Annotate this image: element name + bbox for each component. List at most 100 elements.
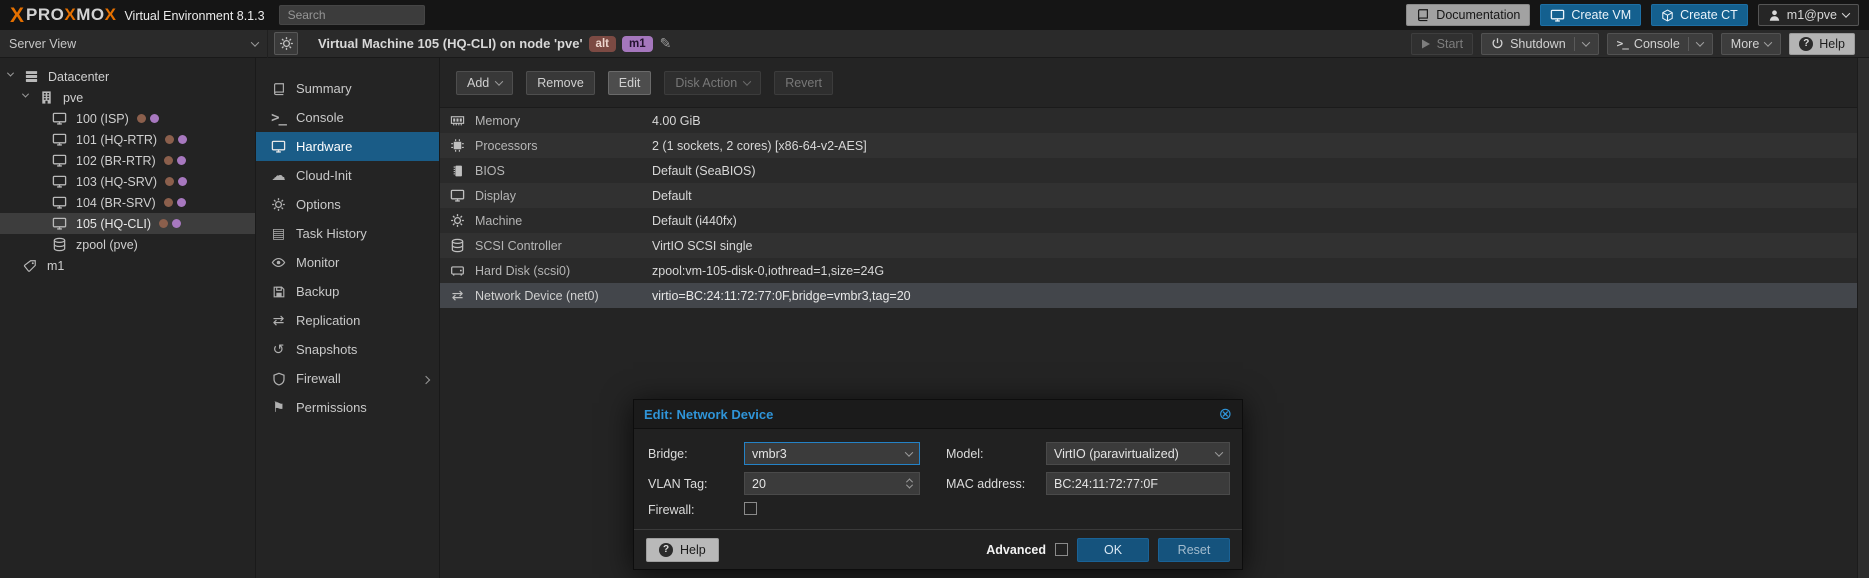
expander-icon[interactable] (23, 93, 33, 103)
menu-item-backup[interactable]: Backup (256, 277, 439, 306)
create-ct-button[interactable]: Create CT (1651, 4, 1748, 26)
vm-icon (52, 132, 68, 147)
page-title: Virtual Machine 105 (HQ-CLI) on node 'pv… (318, 36, 583, 51)
eye-icon (269, 255, 288, 270)
table-row-memory[interactable]: Memory4.00 GiB (440, 108, 1857, 133)
top-header-bar: X PROXMOX Virtual Environment 8.1.3 Docu… (0, 0, 1869, 30)
chevron-down-icon (1842, 9, 1850, 17)
dialog-header[interactable]: Edit: Network Device ⊗ (634, 400, 1242, 429)
bridge-combobox[interactable]: vmbr3 (744, 442, 920, 465)
close-icon[interactable]: ⊗ (1219, 406, 1232, 422)
menu-item-summary[interactable]: Summary (256, 74, 439, 103)
tree-item-vm-104[interactable]: 104 (BR-SRV) (0, 192, 255, 213)
menu-item-monitor[interactable]: Monitor (256, 248, 439, 277)
storage-icon (52, 237, 68, 252)
model-combobox[interactable]: VirtIO (paravirtualized) (1046, 442, 1230, 465)
ok-button[interactable]: OK (1077, 538, 1149, 562)
documentation-button[interactable]: Documentation (1406, 4, 1530, 26)
menu-item-options[interactable]: Options (256, 190, 439, 219)
console-button[interactable]: >_ Console (1607, 33, 1713, 55)
help-button[interactable]: ? Help (1789, 33, 1855, 55)
table-row-machine[interactable]: MachineDefault (i440fx) (440, 208, 1857, 233)
memory-icon (448, 113, 467, 128)
revert-button[interactable]: Revert (774, 71, 833, 95)
menu-item-hardware[interactable]: Hardware (256, 132, 439, 161)
gear-icon (269, 197, 288, 212)
edit-tags-pencil-icon[interactable]: ✎ (660, 37, 672, 51)
dialog-title: Edit: Network Device (644, 407, 773, 422)
menu-item-firewall[interactable]: Firewall (256, 364, 439, 393)
search-input[interactable] (279, 5, 425, 25)
table-row-processors[interactable]: Processors2 (1 sockets, 2 cores) [x86-64… (440, 133, 1857, 158)
tag-dot (177, 156, 186, 165)
create-vm-button[interactable]: Create VM (1540, 4, 1641, 26)
table-row-network-device[interactable]: ⇄ Network Device (net0)virtio=BC:24:11:7… (440, 283, 1857, 308)
menu-item-permissions[interactable]: ⚑ Permissions (256, 393, 439, 422)
tree-item-zpool[interactable]: zpool (pve) (0, 234, 255, 255)
advanced-checkbox[interactable] (1055, 543, 1068, 556)
more-button[interactable]: More (1721, 33, 1781, 55)
tree-item-tag-m1[interactable]: m1 (0, 255, 255, 276)
chevron-down-icon[interactable] (1581, 38, 1589, 46)
book-icon (269, 82, 288, 96)
tree-item-vm-100[interactable]: 100 (ISP) (0, 108, 255, 129)
play-icon (1421, 39, 1431, 49)
table-row-scsi-controller[interactable]: SCSI ControllerVirtIO SCSI single (440, 233, 1857, 258)
vm-icon (52, 153, 68, 168)
firewall-label: Firewall: (648, 503, 744, 517)
tree-item-pve[interactable]: pve (0, 87, 255, 108)
remove-button[interactable]: Remove (526, 71, 595, 95)
tree-settings-button[interactable] (274, 32, 298, 55)
tree-item-vm-105[interactable]: 105 (HQ-CLI) (0, 213, 255, 234)
dialog-footer: ? Help Advanced OK Reset (634, 529, 1242, 569)
gears-icon (448, 213, 467, 228)
tag-dot (164, 156, 173, 165)
spinner-arrows[interactable] (907, 478, 912, 489)
node-icon (39, 90, 55, 105)
tree-item-vm-102[interactable]: 102 (BR-RTR) (0, 150, 255, 171)
chevron-down-icon[interactable] (1215, 448, 1223, 456)
disk-action-button[interactable]: Disk Action (664, 71, 761, 95)
dialog-help-button[interactable]: ? Help (646, 538, 719, 562)
table-row-bios[interactable]: BIOSDefault (SeaBIOS) (440, 158, 1857, 183)
expander-icon[interactable] (8, 72, 18, 82)
resource-tree: Datacenter pve 100 (ISP) 101 (HQ-RTR) 10… (0, 58, 256, 578)
tree-item-datacenter[interactable]: Datacenter (0, 66, 255, 87)
add-button[interactable]: Add (456, 71, 513, 95)
view-selector-dropdown[interactable]: Server View (0, 30, 268, 58)
start-button[interactable]: Start (1411, 33, 1473, 55)
table-row-display[interactable]: DisplayDefault (440, 183, 1857, 208)
user-menu-button[interactable]: m1@pve (1758, 4, 1859, 26)
chevron-down-icon[interactable] (905, 448, 913, 456)
database-icon (448, 238, 467, 253)
shield-icon (269, 372, 288, 386)
menu-item-replication[interactable]: ⇄ Replication (256, 306, 439, 335)
chevron-down-icon[interactable] (1696, 38, 1704, 46)
shutdown-button[interactable]: Shutdown (1481, 33, 1599, 55)
gear-icon (279, 36, 294, 51)
proxmox-app: X PROXMOX Virtual Environment 8.1.3 Docu… (0, 0, 1869, 578)
firewall-checkbox[interactable] (744, 502, 757, 515)
monitor-icon (448, 188, 467, 203)
monitor-icon (1550, 8, 1565, 23)
tree-item-vm-103[interactable]: 103 (HQ-SRV) (0, 171, 255, 192)
tag-dot (164, 198, 173, 207)
vertical-scrollbar[interactable] (1857, 58, 1869, 578)
edit-button[interactable]: Edit (608, 71, 652, 95)
vlan-tag-spinner[interactable]: 20 (744, 472, 920, 495)
mac-address-field[interactable]: BC:24:11:72:77:0F (1046, 472, 1230, 495)
table-row-hard-disk[interactable]: Hard Disk (scsi0)zpool:vm-105-disk-0,iot… (440, 258, 1857, 283)
vm-action-buttons: Start Shutdown >_ Console More ? Help (1411, 33, 1855, 55)
tree-item-vm-101[interactable]: 101 (HQ-RTR) (0, 129, 255, 150)
menu-item-console[interactable]: >_ Console (256, 103, 439, 132)
chevron-right-icon (422, 376, 430, 384)
menu-item-snapshots[interactable]: ↺ Snapshots (256, 335, 439, 364)
reset-button[interactable]: Reset (1158, 538, 1230, 562)
question-icon: ? (659, 543, 673, 557)
chip-icon (448, 164, 467, 178)
question-icon: ? (1799, 37, 1813, 51)
menu-item-task-history[interactable]: ▤ Task History (256, 219, 439, 248)
proxmox-logo-icon: X (10, 5, 24, 26)
menu-item-cloud-init[interactable]: ☁ Cloud-Init (256, 161, 439, 190)
vlan-tag-label: VLAN Tag: (648, 477, 744, 491)
